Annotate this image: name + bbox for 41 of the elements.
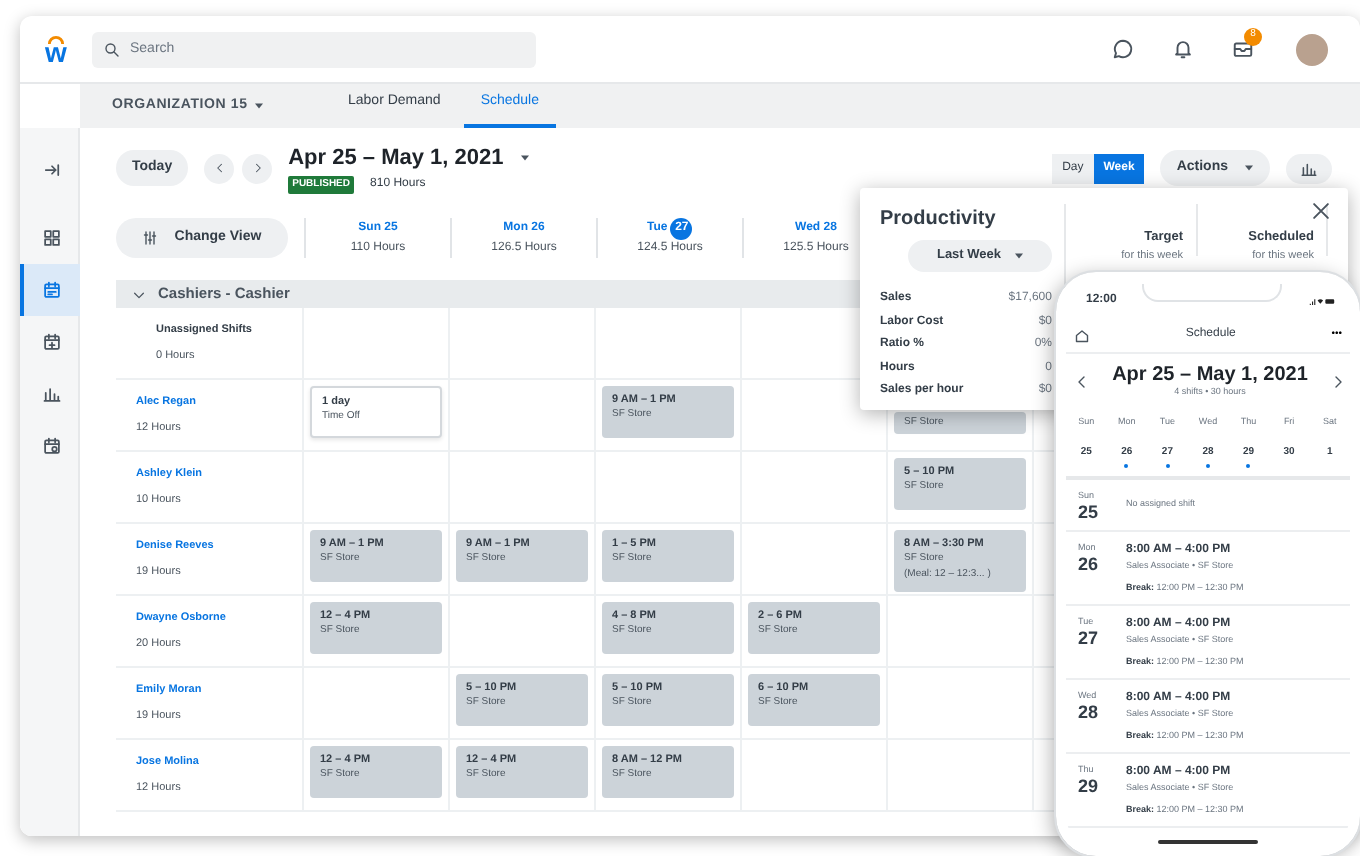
close-icon (1310, 200, 1332, 222)
chart-button[interactable] (1286, 153, 1332, 183)
chevron-left-icon (213, 162, 226, 174)
chevron-down-icon (132, 287, 146, 301)
day-number: 26 (1078, 555, 1101, 574)
day-number: 28 (1078, 703, 1101, 722)
home-button[interactable] (1074, 327, 1090, 343)
bell-icon (1171, 38, 1193, 60)
chevron-right-icon (1330, 373, 1346, 390)
logo-arc-icon (44, 33, 68, 43)
day-number: 29 (1078, 777, 1101, 796)
calendar-icon (42, 280, 62, 300)
day-number: 25 (1078, 503, 1101, 522)
caret-icon (1013, 251, 1024, 260)
next-button[interactable] (1330, 373, 1346, 390)
phone-notch (1141, 283, 1282, 301)
chevron-left-icon (1074, 373, 1090, 390)
date-range-dropdown[interactable]: Apr 25 – May 1, 2021 (288, 142, 530, 175)
panel-title: Productivity (880, 206, 998, 234)
caret-icon (1244, 164, 1254, 172)
sidebar-item[interactable] (20, 264, 80, 316)
calendar-gear-icon (42, 436, 62, 456)
bar-chart-icon (42, 384, 62, 404)
previous-button[interactable] (1074, 373, 1090, 390)
calendar-plus-icon (42, 332, 62, 352)
chat-bubble-icon (1111, 38, 1133, 60)
search-icon (104, 41, 120, 57)
chevron-right-icon (251, 162, 264, 174)
caret-icon (253, 101, 264, 110)
day-number: 27 (1078, 629, 1101, 648)
collapse-icon (42, 160, 62, 180)
logo: w (42, 33, 70, 65)
sliders-icon (142, 230, 159, 246)
grid-icon (42, 228, 62, 248)
inbox-icon (1231, 38, 1253, 60)
date-range: Apr 25 – May 1, 2021 (1112, 364, 1308, 386)
caret-icon (519, 154, 530, 163)
close-button[interactable] (1310, 200, 1332, 222)
bar-chart-icon (1300, 159, 1318, 177)
status-icons (1305, 295, 1338, 305)
home-icon (1074, 327, 1090, 343)
